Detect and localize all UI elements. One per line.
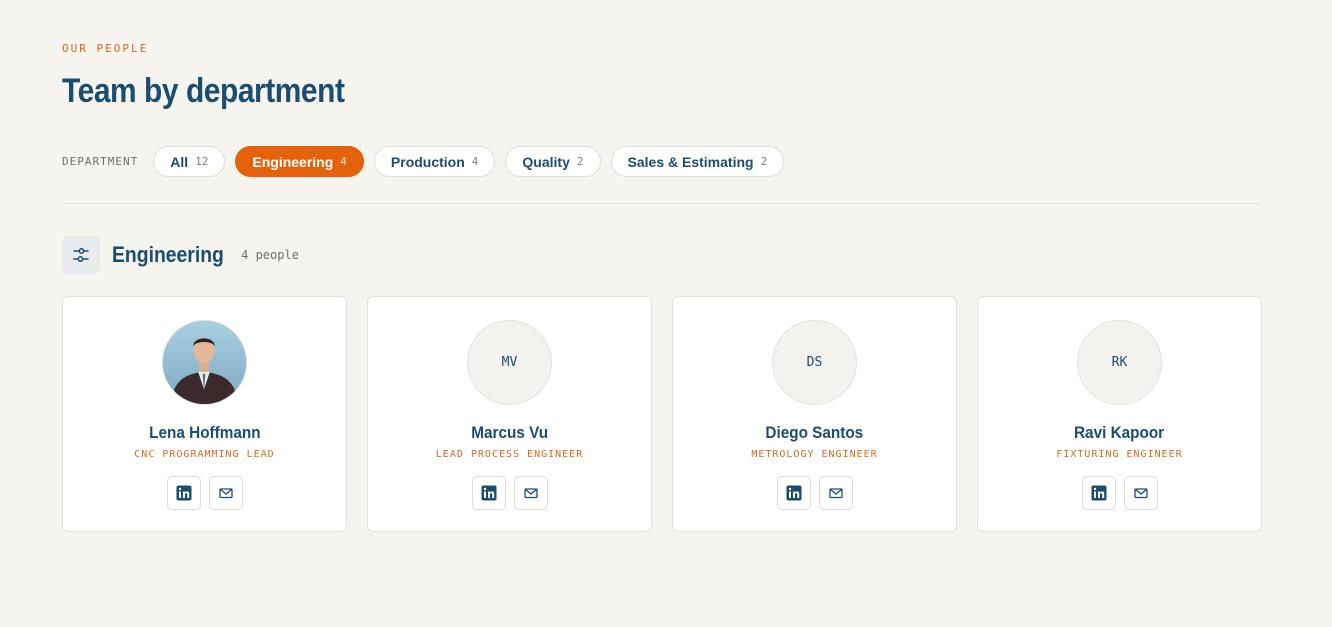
chip-label: Engineering <box>252 153 334 170</box>
linkedin-button[interactable] <box>1081 476 1116 510</box>
chip-label: Sales & Estimating <box>627 153 754 170</box>
linkedin-icon <box>786 485 801 501</box>
filter-chip-sales-estimating[interactable]: Sales & Estimating 2 <box>610 146 785 177</box>
person-role: LEAD PROCESS ENGINEER <box>435 449 584 460</box>
avatar-photo <box>162 320 247 405</box>
section-divider <box>62 203 1260 204</box>
eyebrow-label: OUR PEOPLE <box>62 42 149 55</box>
chip-label: All <box>170 153 189 170</box>
linkedin-icon <box>481 485 496 501</box>
person-role: METROLOGY ENGINEER <box>751 449 878 460</box>
mail-icon <box>218 488 233 499</box>
filter-chip-quality[interactable]: Quality 2 <box>505 146 601 177</box>
linkedin-icon <box>1091 485 1106 501</box>
social-links <box>776 476 853 510</box>
social-links <box>166 476 243 510</box>
person-name: Diego Santos <box>765 423 864 442</box>
person-name: Lena Hoffmann <box>148 423 261 442</box>
person-role: FIXTURING ENGINEER <box>1056 449 1183 460</box>
avatar-initials: MV <box>467 320 552 405</box>
filter-label: DEPARTMENT <box>62 155 139 168</box>
chip-count: 4 <box>340 155 347 168</box>
filter-chip-all[interactable]: All 12 <box>153 146 226 177</box>
email-button[interactable] <box>513 476 548 510</box>
person-card: RK Ravi Kapoor FIXTURING ENGINEER <box>977 296 1262 532</box>
person-card: Lena Hoffmann CNC PROGRAMMING LEAD <box>62 296 347 532</box>
person-card: MV Marcus Vu LEAD PROCESS ENGINEER <box>367 296 652 532</box>
section-title: Engineering <box>112 242 224 267</box>
person-role: CNC PROGRAMMING LEAD <box>134 449 275 460</box>
social-links <box>471 476 548 510</box>
mail-icon <box>1133 488 1148 499</box>
page-title: Team by department <box>62 72 345 110</box>
section-count: 4 people <box>241 248 299 262</box>
chip-label: Production <box>390 153 465 170</box>
department-filter: DEPARTMENT All 12 Engineering 4 Producti… <box>62 146 794 177</box>
team-page: OUR PEOPLE Team by department DEPARTMENT… <box>0 0 1332 627</box>
chip-count: 2 <box>760 155 768 168</box>
person-card: DS Diego Santos METROLOGY ENGINEER <box>672 296 957 532</box>
linkedin-button[interactable] <box>776 476 811 510</box>
avatar-initials: DS <box>772 320 857 405</box>
email-button[interactable] <box>1123 476 1158 510</box>
sliders-icon <box>62 236 100 274</box>
mail-icon <box>523 488 538 499</box>
section-header: Engineering 4 people <box>62 236 299 274</box>
chip-count: 4 <box>471 155 479 168</box>
social-links <box>1081 476 1158 510</box>
mail-icon <box>828 488 843 499</box>
person-name: Marcus Vu <box>471 423 548 442</box>
avatar-initials: RK <box>1077 320 1162 405</box>
email-button[interactable] <box>208 476 243 510</box>
filter-chip-engineering[interactable]: Engineering 4 <box>235 146 364 177</box>
people-grid: Lena Hoffmann CNC PROGRAMMING LEAD MV Ma… <box>62 296 1262 532</box>
person-name: Ravi Kapoor <box>1074 423 1165 442</box>
linkedin-button[interactable] <box>166 476 201 510</box>
email-button[interactable] <box>818 476 853 510</box>
linkedin-button[interactable] <box>471 476 506 510</box>
chip-label: Quality <box>522 153 570 170</box>
chip-count: 2 <box>576 155 584 168</box>
linkedin-icon <box>176 485 191 501</box>
chip-count: 12 <box>195 155 209 168</box>
filter-chip-production[interactable]: Production 4 <box>373 146 496 177</box>
